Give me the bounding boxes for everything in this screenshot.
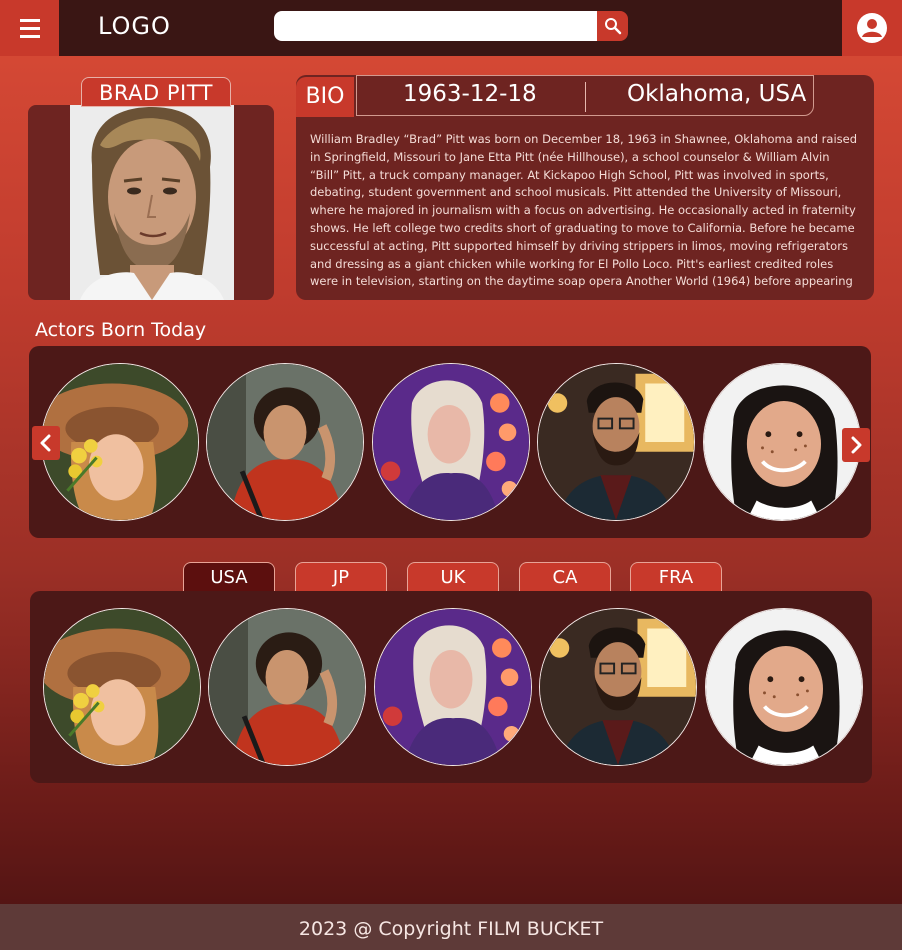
menu-icon-bar (19, 18, 40, 22)
footer: 2023 @ Copyright FILM BUCKET (0, 904, 902, 950)
search-button[interactable] (597, 11, 628, 41)
actor-avatar-2[interactable] (208, 608, 366, 766)
top-header: LOGO (0, 0, 902, 56)
search-input[interactable] (274, 11, 604, 41)
search-bar (274, 11, 628, 41)
chevron-left-icon (40, 434, 51, 452)
tab-jp[interactable]: JP (295, 562, 387, 591)
actor-avatar-5[interactable] (703, 363, 861, 521)
tab-fra[interactable]: FRA (630, 562, 722, 591)
actor-avatar-3[interactable] (374, 608, 532, 766)
actor-avatar-2[interactable] (206, 363, 364, 521)
menu-button[interactable] (0, 0, 59, 56)
birth-date: 1963-12-18 (403, 81, 537, 107)
bio-meta: 1963-12-18 Oklahoma, USA (356, 75, 814, 116)
actor-avatar-1[interactable] (43, 608, 201, 766)
tab-usa[interactable]: USA (183, 562, 275, 591)
profile-button[interactable] (842, 0, 902, 56)
user-icon (857, 13, 887, 43)
search-icon (604, 18, 621, 35)
logo[interactable]: LOGO (98, 12, 171, 40)
bio-label: BIO (296, 77, 354, 117)
actor-photo (70, 105, 234, 300)
actor-avatar-1[interactable] (41, 363, 199, 521)
carousel-next-button[interactable] (842, 428, 870, 462)
menu-icon-bar (19, 34, 40, 38)
section-title-born-today: Actors Born Today (35, 319, 207, 341)
actor-avatar-5[interactable] (705, 608, 863, 766)
actor-name: BRAD PITT (81, 77, 231, 107)
tab-uk[interactable]: UK (407, 562, 499, 591)
tab-ca[interactable]: CA (519, 562, 611, 591)
meta-divider (585, 82, 586, 112)
chevron-right-icon (851, 436, 862, 454)
actor-avatar-4[interactable] (539, 608, 697, 766)
bio-text: William Bradley “Brad” Pitt was born on … (310, 132, 858, 289)
birth-place: Oklahoma, USA (627, 81, 807, 107)
actor-avatar-3[interactable] (372, 363, 530, 521)
carousel-prev-button[interactable] (32, 426, 60, 460)
actor-avatar-4[interactable] (537, 363, 695, 521)
menu-icon-bar (19, 26, 40, 30)
